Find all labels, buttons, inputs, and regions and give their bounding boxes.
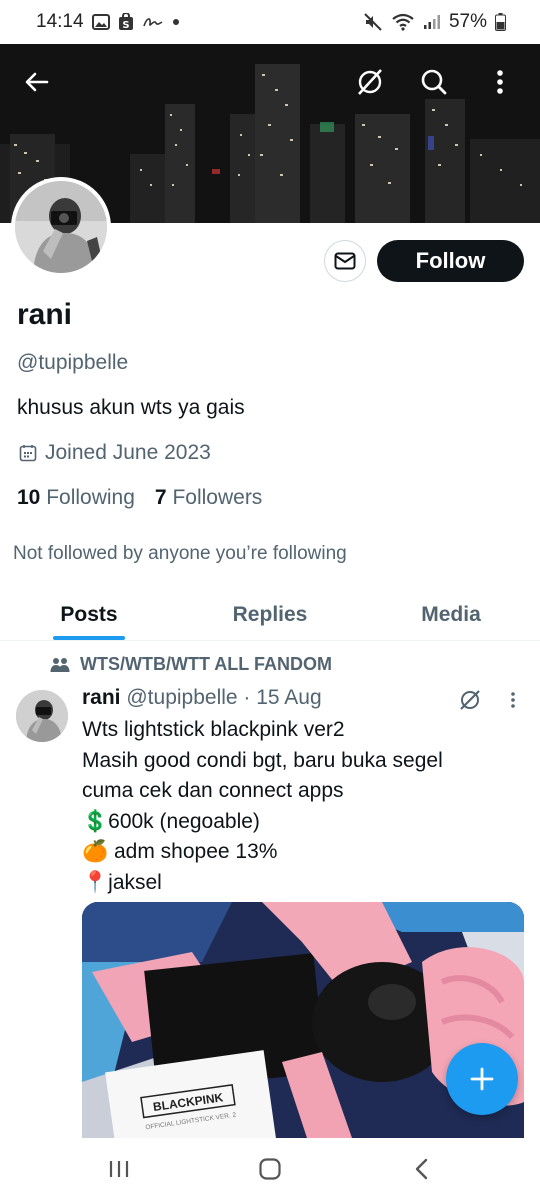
battery-icon bbox=[495, 13, 506, 31]
more-vertical-icon bbox=[511, 692, 515, 708]
plus-icon bbox=[470, 1067, 494, 1091]
system-back-button[interactable] bbox=[402, 1152, 442, 1186]
svg-text:S: S bbox=[122, 20, 129, 31]
home-button[interactable] bbox=[250, 1152, 290, 1186]
grok-icon bbox=[358, 69, 382, 95]
battery-percent: 57% bbox=[448, 11, 487, 32]
follow-stats: 10 Following 7 Followers bbox=[17, 486, 262, 510]
community-name: WTS/WTB/WTT ALL FANDOM bbox=[80, 654, 332, 674]
back-arrow-icon bbox=[25, 72, 49, 92]
post-line: cuma cek dan connect apps bbox=[82, 779, 344, 802]
calendar-icon bbox=[19, 445, 37, 462]
joined-date: Joined June 2023 bbox=[19, 441, 211, 465]
post-grok-button[interactable] bbox=[456, 686, 484, 714]
active-tab-indicator bbox=[53, 636, 125, 640]
recent-apps-icon bbox=[109, 1161, 129, 1177]
tab-replies[interactable]: Replies bbox=[178, 590, 362, 640]
post-line: 📍jaksel bbox=[82, 870, 162, 894]
more-vertical-icon bbox=[497, 70, 503, 94]
profile-tabs: Posts Replies Media bbox=[0, 590, 540, 641]
post-meta: @tupipbelle · 15 Aug bbox=[126, 686, 322, 709]
post-line: 💲600k (negoable) bbox=[82, 809, 260, 833]
status-bar: 14:14 S 57% bbox=[0, 0, 540, 44]
community-label[interactable]: WTS/WTB/WTT ALL FANDOM bbox=[50, 654, 332, 675]
profile-avatar[interactable] bbox=[11, 177, 111, 277]
following-link[interactable]: 10 Following bbox=[17, 486, 135, 510]
profile-handle: @tupipbelle bbox=[17, 351, 129, 374]
joined-text: Joined June 2023 bbox=[45, 441, 211, 464]
post-author-name[interactable]: rani bbox=[82, 686, 121, 709]
avatar-photo bbox=[15, 181, 107, 273]
tab-replies-label: Replies bbox=[232, 603, 308, 626]
post-body: Wts lightstick blackpink ver2 Masih good… bbox=[82, 715, 522, 898]
message-button[interactable] bbox=[324, 240, 366, 282]
gallery-icon bbox=[91, 14, 110, 30]
recent-apps-button[interactable] bbox=[99, 1152, 139, 1186]
signature-icon bbox=[142, 15, 164, 29]
search-icon bbox=[421, 69, 447, 95]
signal-icon bbox=[423, 14, 441, 30]
followers-link[interactable]: 7 Followers bbox=[155, 486, 262, 510]
post-line: Wts lightstick blackpink ver2 bbox=[82, 718, 345, 741]
envelope-icon bbox=[334, 252, 356, 270]
status-time: 14:14 bbox=[36, 11, 84, 32]
tab-media[interactable]: Media bbox=[362, 590, 540, 640]
system-navigation-bar bbox=[0, 1138, 540, 1200]
more-options-button[interactable] bbox=[478, 60, 522, 104]
compose-button[interactable] bbox=[446, 1043, 518, 1115]
home-icon bbox=[259, 1158, 281, 1180]
search-button[interactable] bbox=[412, 60, 456, 104]
shop-icon: S bbox=[118, 13, 134, 31]
dot-icon bbox=[172, 18, 180, 26]
follow-button[interactable]: Follow bbox=[377, 240, 524, 282]
chevron-left-icon bbox=[415, 1158, 428, 1180]
community-icon bbox=[50, 657, 70, 672]
wifi-icon bbox=[391, 13, 415, 31]
grok-icon bbox=[460, 690, 480, 710]
mute-icon bbox=[363, 12, 383, 32]
following-count: 10 bbox=[17, 486, 41, 509]
avatar-photo bbox=[16, 690, 68, 742]
post-line: Masih good condi bgt, baru buka segel bbox=[82, 748, 443, 772]
back-button[interactable] bbox=[15, 60, 59, 104]
not-followed-note: Not followed by anyone you’re following bbox=[13, 543, 347, 564]
following-label: Following bbox=[46, 486, 135, 509]
display-name: rani bbox=[17, 298, 73, 331]
profile-bio: khusus akun wts ya gais bbox=[17, 396, 245, 419]
post-line: 🍊 adm shopee 13% bbox=[82, 840, 278, 863]
grok-button[interactable] bbox=[348, 60, 392, 104]
tab-posts[interactable]: Posts bbox=[0, 590, 178, 640]
followers-label: Followers bbox=[172, 486, 263, 509]
post-more-button[interactable] bbox=[503, 688, 523, 712]
followers-count: 7 bbox=[154, 486, 167, 509]
post-header: rani @tupipbelle · 15 Aug bbox=[82, 686, 322, 710]
tab-media-label: Media bbox=[421, 603, 481, 626]
post-author-avatar[interactable] bbox=[16, 690, 68, 742]
tab-posts-label: Posts bbox=[60, 603, 118, 626]
